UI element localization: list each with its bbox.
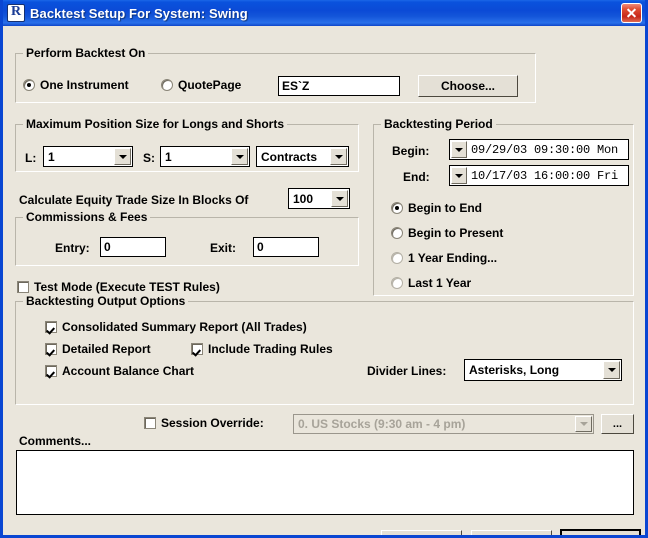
- checkbox-detailed-report-mark: [45, 343, 57, 355]
- equity-blocks-label: Calculate Equity Trade Size In Blocks Of: [19, 193, 249, 207]
- chevron-down-icon[interactable]: [451, 141, 467, 158]
- checkbox-account-balance-chart-label: Account Balance Chart: [62, 364, 195, 378]
- equity-blocks-combo[interactable]: 100: [288, 188, 350, 209]
- test-mode-checkbox-mark: [17, 281, 29, 293]
- radio-one-instrument[interactable]: One Instrument: [23, 78, 129, 92]
- entry-fee-label: Entry:: [55, 241, 90, 255]
- long-size-value: 1: [48, 149, 55, 164]
- checkbox-account-balance-chart[interactable]: Account Balance Chart: [45, 364, 194, 378]
- close-icon[interactable]: [621, 3, 642, 23]
- instrument-input-value: ES`Z: [282, 79, 310, 93]
- end-label: End:: [403, 170, 430, 184]
- checkbox-detailed-report-label: Detailed Report: [62, 342, 151, 356]
- choose-button[interactable]: Choose...: [418, 75, 518, 97]
- checkbox-consolidated-summary-report-mark: [45, 321, 57, 333]
- short-size-combo[interactable]: 1: [160, 146, 250, 167]
- radio-one-year-ending-label: 1 Year Ending...: [408, 251, 498, 265]
- session-browse-button[interactable]: ...: [601, 414, 634, 434]
- position-unit-combo[interactable]: Contracts: [256, 146, 349, 167]
- begin-date-value: 09/29/03 09:30:00 Mon: [471, 142, 619, 157]
- comments-input[interactable]: [16, 450, 634, 515]
- begin-date-input[interactable]: 09/29/03 09:30:00 Mon: [449, 139, 629, 160]
- ok-button[interactable]: OK: [560, 529, 641, 535]
- dialog-body: Perform Backtest On One Instrument Quote…: [3, 26, 645, 535]
- radio-last-one-year-mark: [391, 277, 403, 289]
- instrument-input[interactable]: ES`Z: [278, 76, 400, 96]
- radio-begin-to-end-label: Begin to End: [408, 201, 482, 215]
- checkbox-consolidated-summary-report[interactable]: Consolidated Summary Report (All Trades): [45, 320, 307, 334]
- checkbox-detailed-report[interactable]: Detailed Report: [45, 342, 151, 356]
- entry-fee-value: 0: [104, 240, 111, 254]
- app-icon-glyph: R: [10, 4, 22, 19]
- chevron-down-icon[interactable]: [231, 148, 248, 165]
- position-size-group-label: Maximum Position Size for Longs and Shor…: [23, 117, 288, 131]
- session-override-checkbox-mark: [144, 417, 156, 429]
- chevron-down-icon[interactable]: [331, 190, 348, 207]
- output-options-group-label: Backtesting Output Options: [23, 294, 189, 308]
- divider-lines-label: Divider Lines:: [367, 364, 447, 378]
- radio-begin-to-present[interactable]: Begin to Present: [391, 226, 503, 240]
- radio-quotepage-mark: [161, 79, 173, 91]
- short-size-value: 1: [165, 149, 172, 164]
- window-title: Backtest Setup For System: Swing: [30, 5, 248, 21]
- exit-fee-label: Exit:: [210, 241, 237, 255]
- checkbox-include-trading-rules-mark: [191, 343, 203, 355]
- radio-one-year-ending-mark: [391, 252, 403, 264]
- checkbox-include-trading-rules-label: Include Trading Rules: [208, 342, 333, 356]
- radio-quotepage-label: QuotePage: [178, 78, 242, 92]
- divider-lines-value: Asterisks, Long: [469, 363, 560, 377]
- session-override-value: 0. US Stocks (9:30 am - 4 pm): [298, 417, 466, 431]
- radio-begin-to-present-mark: [391, 227, 403, 239]
- radio-quotepage[interactable]: QuotePage: [161, 78, 241, 92]
- radio-last-one-year[interactable]: Last 1 Year: [391, 276, 471, 290]
- radio-begin-to-present-label: Begin to Present: [408, 226, 504, 240]
- checkbox-include-trading-rules[interactable]: Include Trading Rules: [191, 342, 333, 356]
- backtest-button[interactable]: Backtest: [471, 530, 552, 535]
- begin-label: Begin:: [392, 144, 430, 158]
- end-date-input[interactable]: 10/17/03 16:00:00 Fri: [449, 165, 629, 186]
- chevron-down-icon[interactable]: [451, 167, 467, 184]
- radio-one-instrument-mark: [23, 79, 35, 91]
- position-unit-value: Contracts: [261, 149, 318, 164]
- radio-one-instrument-label: One Instrument: [40, 78, 129, 92]
- chevron-down-icon[interactable]: [330, 148, 347, 165]
- long-size-combo[interactable]: 1: [43, 146, 133, 167]
- long-label: L:: [25, 151, 37, 165]
- equity-blocks-value: 100: [293, 191, 314, 206]
- radio-begin-to-end[interactable]: Begin to End: [391, 201, 482, 215]
- radio-one-year-ending[interactable]: 1 Year Ending...: [391, 251, 497, 265]
- chevron-down-icon[interactable]: [114, 148, 131, 165]
- session-override-checkbox[interactable]: Session Override:: [144, 416, 264, 430]
- short-label: S:: [143, 151, 155, 165]
- commissions-group-label: Commissions & Fees: [23, 210, 151, 224]
- comments-value: [17, 451, 633, 455]
- perform-backtest-group-label: Perform Backtest On: [23, 46, 149, 60]
- chevron-down-icon[interactable]: [603, 361, 620, 379]
- comments-label: Comments...: [19, 434, 92, 448]
- end-date-value: 10/17/03 16:00:00 Fri: [471, 168, 619, 183]
- backtesting-period-group-label: Backtesting Period: [381, 117, 496, 131]
- title-bar[interactable]: R Backtest Setup For System: Swing: [3, 0, 645, 26]
- test-mode-checkbox[interactable]: Test Mode (Execute TEST Rules): [17, 280, 220, 294]
- chevron-down-icon[interactable]: [575, 416, 592, 432]
- checkbox-consolidated-summary-report-label: Consolidated Summary Report (All Trades): [62, 320, 307, 334]
- session-override-label: Session Override:: [161, 416, 264, 430]
- cancel-button[interactable]: Cancel: [381, 530, 462, 535]
- checkbox-account-balance-chart-mark: [45, 365, 57, 377]
- entry-fee-input[interactable]: 0: [100, 237, 166, 257]
- app-icon: R: [7, 4, 25, 22]
- backtest-setup-dialog: R Backtest Setup For System: Swing Perfo…: [0, 0, 648, 538]
- exit-fee-value: 0: [257, 240, 264, 254]
- exit-fee-input[interactable]: 0: [253, 237, 319, 257]
- divider-lines-combo[interactable]: Asterisks, Long: [464, 359, 622, 381]
- test-mode-label: Test Mode (Execute TEST Rules): [34, 280, 220, 294]
- radio-last-one-year-label: Last 1 Year: [408, 276, 472, 290]
- session-override-combo[interactable]: 0. US Stocks (9:30 am - 4 pm): [293, 414, 594, 434]
- radio-begin-to-end-mark: [391, 202, 403, 214]
